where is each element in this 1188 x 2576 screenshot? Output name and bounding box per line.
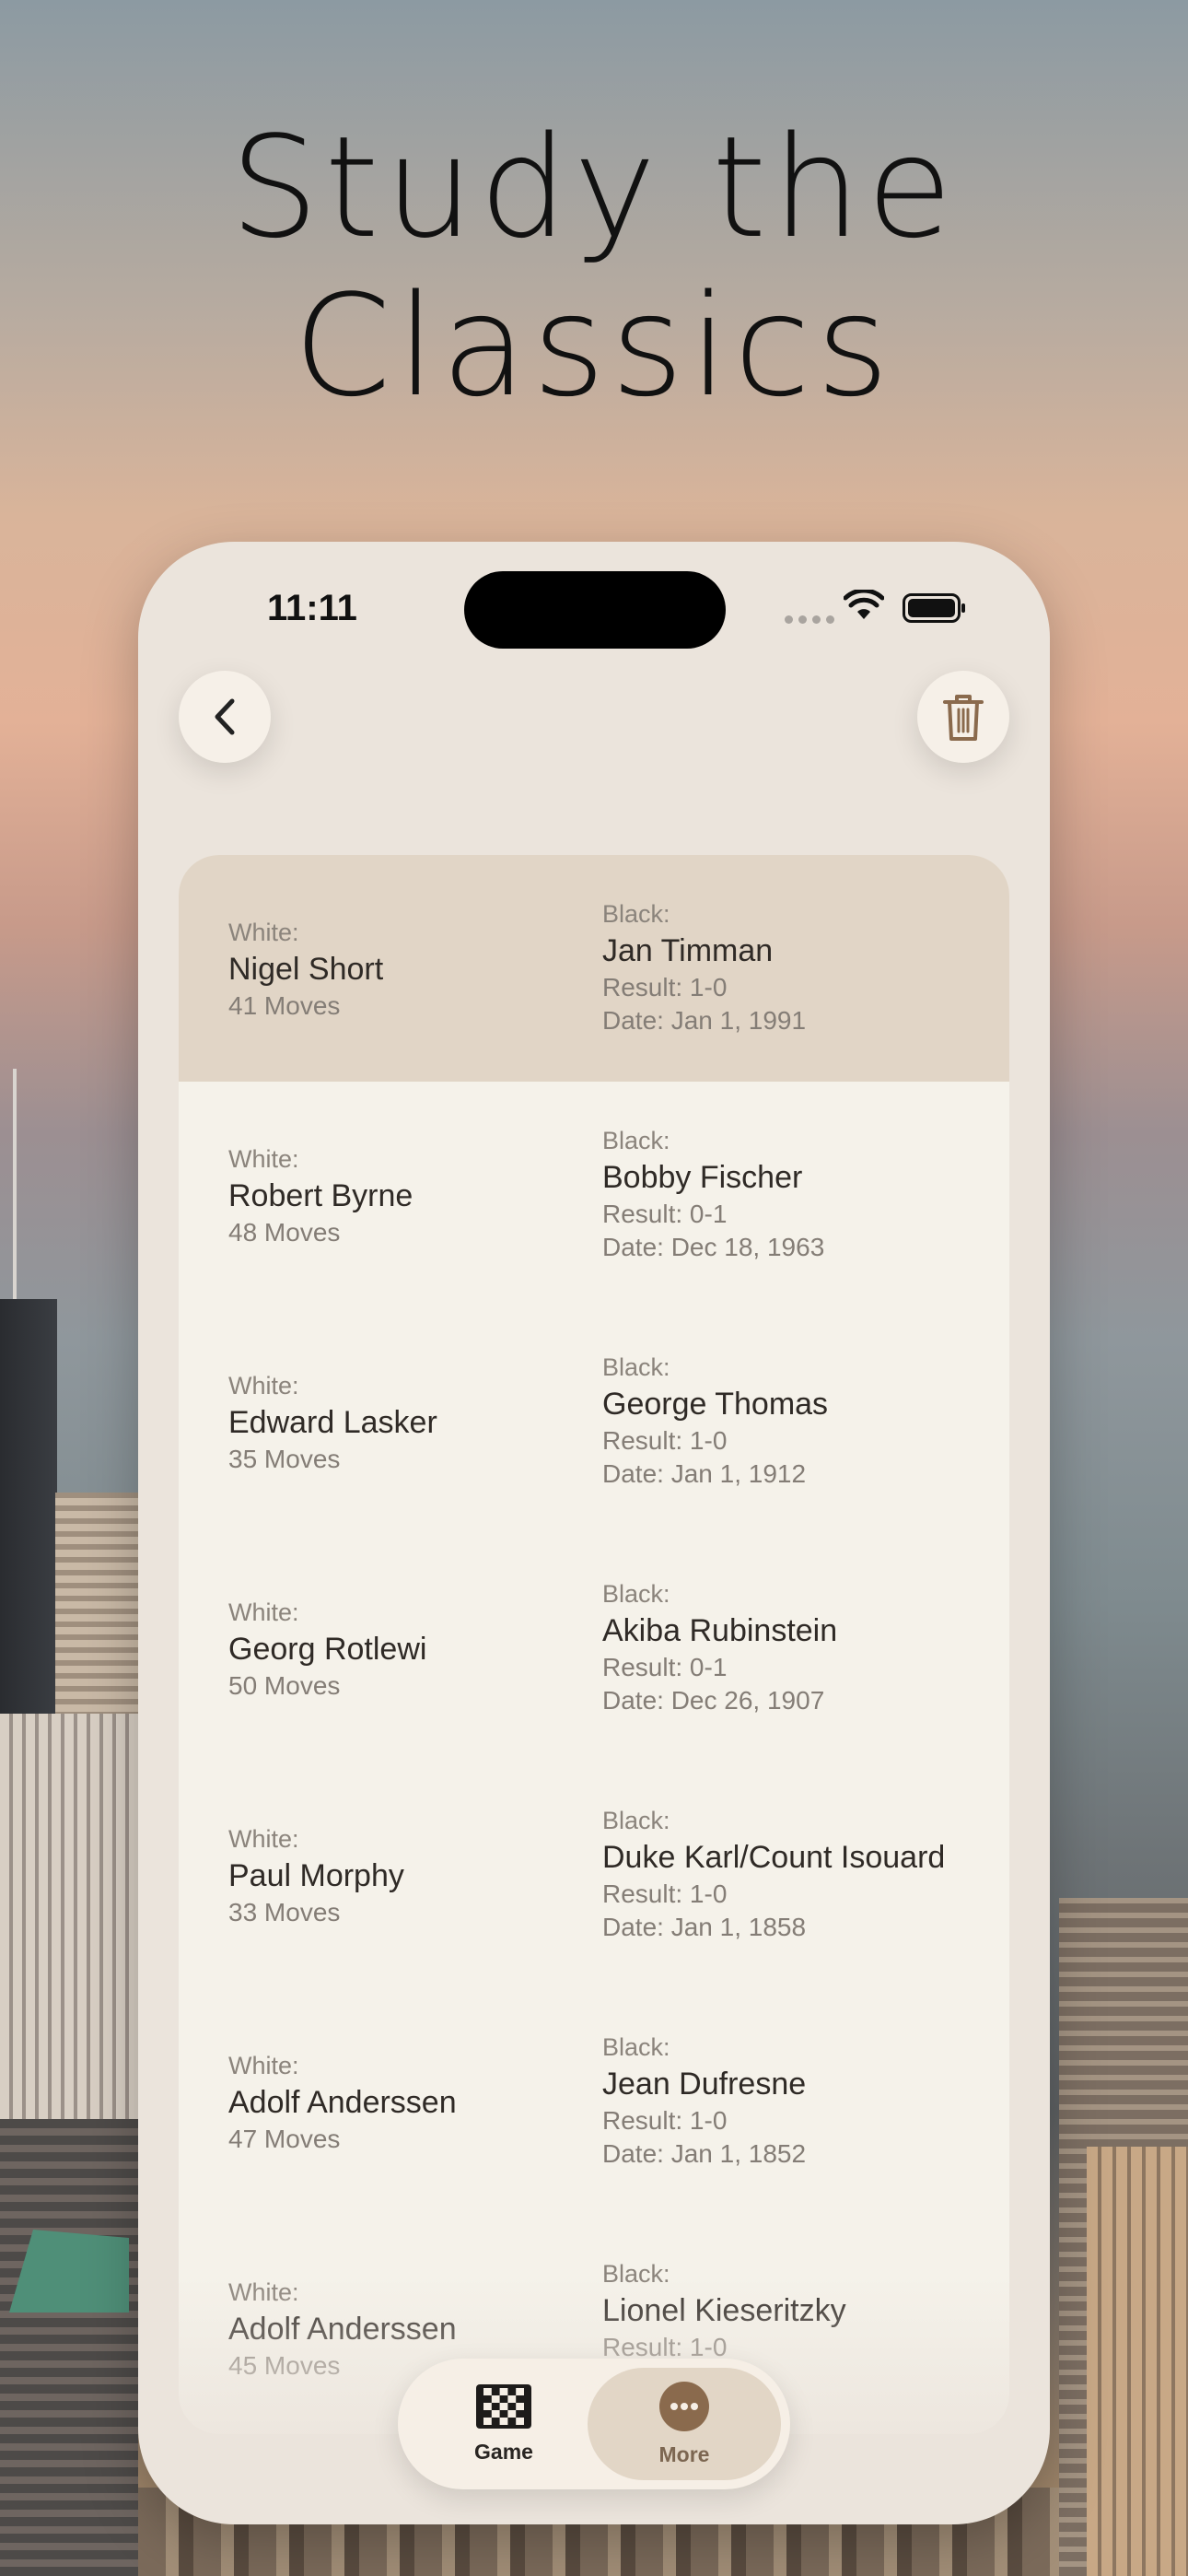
black-column: Black: George Thomas Result: 1-0 Date: J… xyxy=(602,1351,828,1491)
black-player: Jan Timman xyxy=(602,933,774,968)
black-player: Bobby Fischer xyxy=(602,1160,803,1195)
white-player: Paul Morphy xyxy=(228,1858,404,1893)
black-label: Black: xyxy=(602,1127,670,1154)
game-date: Date: Dec 26, 1907 xyxy=(602,1686,825,1715)
white-player: Adolf Anderssen xyxy=(228,2085,457,2120)
tab-bar: Game More xyxy=(398,2359,790,2489)
tab-game[interactable]: Game xyxy=(407,2368,600,2480)
white-label: White: xyxy=(228,2052,299,2079)
tab-more-label: More xyxy=(658,2441,710,2466)
white-player: Edward Lasker xyxy=(228,1405,437,1440)
black-label: Black: xyxy=(602,1353,670,1381)
tab-game-label: Game xyxy=(474,2439,533,2464)
white-player: Georg Rotlewi xyxy=(228,1632,427,1667)
black-label: Black: xyxy=(602,1580,670,1608)
game-date: Date: Jan 1, 1991 xyxy=(602,1006,807,1035)
white-column: White: Nigel Short 41 Moves xyxy=(228,916,383,1023)
white-column: White: Robert Byrne 48 Moves xyxy=(228,1142,413,1249)
move-count: 41 Moves xyxy=(228,991,341,1020)
background-building xyxy=(0,2119,138,2576)
black-label: Black: xyxy=(602,2033,670,2061)
status-time: 11:11 xyxy=(267,588,357,628)
game-row[interactable]: White: Robert Byrne 48 Moves Black: Bobb… xyxy=(179,1082,1009,1308)
black-label: Black: xyxy=(602,2260,670,2288)
game-result: Result: 1-0 xyxy=(602,1879,728,1908)
move-count: 50 Moves xyxy=(228,1671,341,1700)
game-result: Result: 1-0 xyxy=(602,1426,728,1455)
game-result: Result: 0-1 xyxy=(602,1653,728,1681)
move-count: 48 Moves xyxy=(228,1218,341,1247)
game-date: Date: Jan 1, 1858 xyxy=(602,1913,807,1941)
game-row[interactable]: White: Nigel Short 41 Moves Black: Jan T… xyxy=(179,855,1009,1082)
white-column: White: Edward Lasker 35 Moves xyxy=(228,1369,437,1476)
black-column: Black: Bobby Fischer Result: 0-1 Date: D… xyxy=(602,1124,824,1264)
black-label: Black: xyxy=(602,1807,670,1834)
game-row[interactable]: White: Paul Morphy 33 Moves Black: Duke … xyxy=(179,1762,1009,1988)
headline-line-1: Study the xyxy=(229,106,959,269)
move-count: 33 Moves xyxy=(228,1898,341,1926)
headline-line-2: Classics xyxy=(293,264,895,427)
white-label: White: xyxy=(228,1145,299,1173)
more-icon xyxy=(659,2381,709,2431)
black-player: Jean Dufresne xyxy=(602,2067,807,2102)
back-button[interactable] xyxy=(179,671,271,763)
game-row[interactable]: White: Adolf Anderssen 47 Moves Black: J… xyxy=(179,1988,1009,2215)
trash-icon xyxy=(943,695,984,741)
black-column: Black: Jan Timman Result: 1-0 Date: Jan … xyxy=(602,897,806,1037)
white-column: White: Adolf Anderssen 45 Moves xyxy=(228,2276,457,2383)
game-date: Date: Jan 1, 1852 xyxy=(602,2139,807,2168)
black-player: George Thomas xyxy=(602,1387,829,1422)
white-label: White: xyxy=(228,1825,299,1853)
tab-more[interactable]: More xyxy=(588,2368,781,2480)
game-result: Result: 1-0 xyxy=(602,973,728,1001)
black-player: Akiba Rubinstein xyxy=(602,1613,838,1648)
black-player: Lionel Kieseritzky xyxy=(602,2293,846,2328)
white-label: White: xyxy=(228,1598,299,1626)
chevron-left-icon xyxy=(215,698,235,735)
move-count: 35 Moves xyxy=(228,1445,341,1473)
chessboard-icon xyxy=(476,2383,531,2429)
white-column: White: Adolf Anderssen 47 Moves xyxy=(228,2049,457,2156)
game-row[interactable]: White: Edward Lasker 35 Moves Black: Geo… xyxy=(179,1308,1009,1535)
white-player: Adolf Anderssen xyxy=(228,2312,457,2347)
background-building xyxy=(13,1069,17,1308)
phone-screen: 11:11 White: Nigel Short 41 Moves Black:… xyxy=(138,542,1050,2524)
move-count: 47 Moves xyxy=(228,2125,341,2153)
black-column: Black: Duke Karl/Count Isouard Result: 1… xyxy=(602,1804,945,1944)
game-date: Date: Dec 18, 1963 xyxy=(602,1233,825,1261)
white-player: Nigel Short xyxy=(228,952,384,987)
wifi-icon xyxy=(844,590,884,619)
headline: Study the Classics xyxy=(0,109,1188,426)
white-label: White: xyxy=(228,919,299,946)
game-date: Date: Jan 1, 1912 xyxy=(602,1459,807,1488)
dynamic-island xyxy=(464,571,726,649)
game-result: Result: 1-0 xyxy=(602,2106,728,2135)
white-label: White: xyxy=(228,1372,299,1399)
games-list[interactable]: White: Nigel Short 41 Moves Black: Jan T… xyxy=(179,855,1009,2434)
white-column: White: Paul Morphy 33 Moves xyxy=(228,1822,404,1929)
battery-icon xyxy=(903,593,965,623)
game-result: Result: 0-1 xyxy=(602,1200,728,1228)
game-row[interactable]: White: Georg Rotlewi 50 Moves Black: Aki… xyxy=(179,1535,1009,1762)
black-column: Black: Jean Dufresne Result: 1-0 Date: J… xyxy=(602,2031,806,2171)
white-label: White: xyxy=(228,2278,299,2306)
background-building xyxy=(1087,2147,1188,2576)
cellular-signal-icon xyxy=(785,615,834,624)
white-player: Robert Byrne xyxy=(228,1178,413,1213)
delete-button[interactable] xyxy=(917,671,1009,763)
black-column: Black: Akiba Rubinstein Result: 0-1 Date… xyxy=(602,1577,837,1717)
black-player: Duke Karl/Count Isouard xyxy=(602,1840,946,1875)
black-label: Black: xyxy=(602,900,670,928)
white-column: White: Georg Rotlewi 50 Moves xyxy=(228,1596,426,1703)
